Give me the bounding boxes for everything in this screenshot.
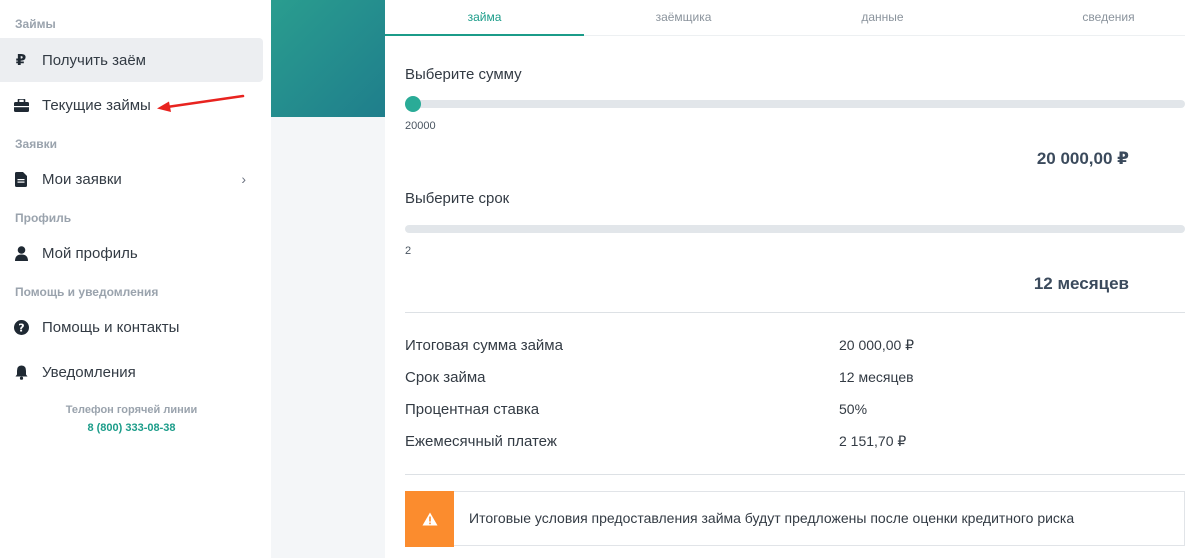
summary-value: 12 месяцев (839, 369, 914, 385)
amount-value: 20 000,00 ₽ (1036, 149, 1129, 168)
summary-label: Срок займа (405, 369, 486, 386)
sidebar-item-my-applications[interactable]: Мои заявки › (0, 157, 263, 201)
summary-value: 2 151,70 ₽ (839, 433, 907, 449)
steps-tabs: займа заёмщика данные сведения (385, 0, 1185, 36)
section-title-loans: Займы (15, 17, 56, 31)
amount-label: Выберите сумму (405, 66, 522, 83)
chevron-right-icon: › (241, 171, 246, 187)
bell-icon (13, 364, 29, 380)
page-background (271, 117, 385, 558)
summary-row-rate: Процентная ставка 50% (405, 401, 1185, 421)
sidebar-item-label: Мои заявки (42, 170, 122, 188)
sidebar-item-label: Помощь и контакты (42, 318, 180, 336)
hotline-label: Телефон горячей линии (65, 404, 198, 416)
sidebar-item-my-profile[interactable]: Мой профиль (0, 231, 263, 275)
section-title-profile: Профиль (15, 211, 72, 225)
hotline-phone[interactable]: 8 (800) 333-08-38 (0, 422, 263, 434)
section-title-help: Помощь и уведомления (15, 285, 159, 299)
divider (405, 312, 1185, 313)
question-icon: ? (13, 319, 29, 335)
ruble-icon: ₽ (15, 52, 27, 69)
sidebar-item-label: Мой профиль (42, 244, 138, 262)
sidebar-item-label: Получить заём (42, 51, 146, 69)
annotation-arrow (157, 94, 245, 112)
term-label: Выберите срок (405, 190, 510, 207)
term-slider[interactable] (405, 225, 1185, 233)
divider (405, 474, 1185, 475)
header-banner (271, 0, 385, 117)
sidebar-item-label: Уведомления (42, 363, 136, 381)
sidebar-item-get-loan[interactable]: ₽ Получить заём (0, 38, 263, 82)
summary-label: Итоговая сумма займа (405, 337, 563, 354)
summary-row-total: Итоговая сумма займа 20 000,00 ₽ (405, 337, 1185, 357)
summary-row-term: Срок займа 12 месяцев (405, 369, 1185, 389)
amount-slider[interactable] (405, 96, 1185, 112)
sidebar-item-notifications[interactable]: Уведомления (0, 350, 263, 394)
sidebar-item-label: Текущие займы (42, 96, 151, 114)
summary-row-monthly: Ежемесячный платеж 2 151,70 ₽ (405, 433, 1185, 453)
notice-text: Итоговые условия предоставления займа бу… (469, 510, 1075, 526)
sidebar-item-help-contacts[interactable]: ? Помощь и контакты (0, 305, 263, 349)
user-icon (13, 245, 29, 261)
amount-min-label: 20000 (405, 120, 436, 132)
tab-step-info[interactable]: сведения (1009, 0, 1185, 36)
risk-notice: Итоговые условия предоставления займа бу… (405, 491, 1185, 547)
sidebar: Займы ₽ Получить заём Текущие займы Заяв… (0, 0, 271, 558)
section-title-applications: Заявки (15, 137, 57, 151)
term-min-label: 2 (405, 245, 412, 257)
tab-step-data[interactable]: данные (783, 0, 982, 36)
tab-step-loan[interactable]: займа (385, 0, 584, 36)
briefcase-icon (13, 97, 29, 113)
document-icon (13, 171, 29, 187)
term-value: 12 месяцев (1033, 274, 1129, 293)
summary-value: 50% (839, 401, 868, 417)
summary-value: 20 000,00 ₽ (839, 337, 915, 353)
svg-text:?: ? (18, 321, 24, 334)
warning-icon (405, 491, 454, 547)
summary-label: Ежемесячный платеж (405, 433, 557, 450)
amount-slider-thumb[interactable] (405, 96, 421, 112)
loan-calculator-card: займа заёмщика данные сведения Выберите … (385, 0, 1185, 558)
tab-step-borrower[interactable]: заёмщика (584, 0, 783, 36)
summary-label: Процентная ставка (405, 401, 540, 418)
